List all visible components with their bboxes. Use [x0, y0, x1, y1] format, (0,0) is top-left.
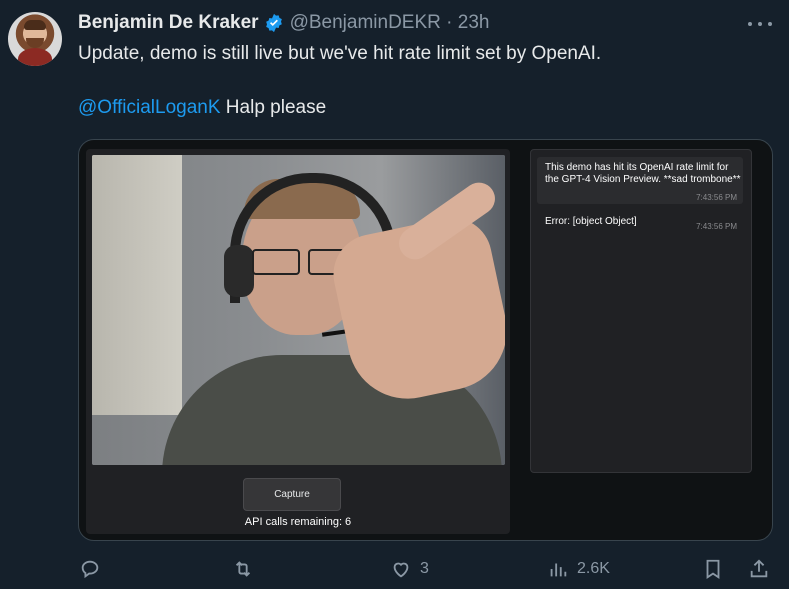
like-button[interactable]: 3: [390, 556, 429, 582]
more-options-icon[interactable]: [748, 14, 772, 34]
chat-message-time: 7:43:56 PM: [696, 193, 737, 202]
api-calls-remaining: API calls remaining: 6: [244, 516, 352, 528]
chat-message-text: Error: [object Object]: [545, 216, 637, 227]
avatar-shirt: [18, 48, 52, 66]
share-button[interactable]: [748, 556, 770, 582]
chat-message-time: 7:43:56 PM: [696, 222, 737, 231]
chat-message: This demo has hit its OpenAI rate limit …: [537, 157, 743, 204]
chat-panel: This demo has hit its OpenAI rate limit …: [530, 149, 752, 473]
retweet-icon: [235, 561, 251, 577]
webcam-video: [92, 155, 505, 465]
reply-button[interactable]: [79, 556, 109, 582]
heart-icon: [393, 562, 409, 578]
author-name[interactable]: Benjamin De Kraker: [78, 12, 259, 34]
reply-icon: [81, 560, 99, 579]
video-door: [92, 155, 182, 415]
avatar-beard: [26, 38, 44, 48]
share-icon: [750, 559, 768, 578]
media-card[interactable]: Capture API calls remaining: 6 This demo…: [78, 139, 773, 541]
views-button[interactable]: 2.6K: [547, 556, 610, 582]
tweet-text-line1: Update, demo is still live but we've hit…: [78, 43, 602, 64]
bookmark-icon: [706, 559, 720, 579]
author-handle-time[interactable]: @BenjaminDEKR · 23h: [290, 12, 490, 34]
views-chart-icon: [550, 563, 567, 577]
tweet-text-line2: @OfficialLoganK Halp please: [78, 96, 326, 120]
tweet-header: Benjamin De Kraker @BenjaminDEKR · 23h: [78, 11, 489, 35]
chat-message: Error: [object Object] 7:43:56 PM: [537, 212, 743, 232]
chat-message-text: This demo has hit its OpenAI rate limit …: [545, 162, 741, 185]
retweet-button[interactable]: [232, 556, 262, 582]
like-count: 3: [420, 560, 429, 577]
camera-panel: Capture API calls remaining: 6: [86, 149, 510, 534]
author-avatar[interactable]: [8, 12, 62, 66]
avatar-hair: [24, 20, 46, 30]
tweet-actions: 3 2.6K: [0, 556, 789, 582]
capture-button[interactable]: Capture: [243, 478, 341, 511]
mention-link[interactable]: @OfficialLoganK: [78, 97, 221, 118]
views-count: 2.6K: [577, 560, 610, 577]
bookmark-button[interactable]: [702, 556, 724, 582]
headphones-left-ear: [224, 245, 254, 297]
verified-badge-icon: [264, 13, 284, 33]
tweet-text-rest: Halp please: [220, 97, 327, 118]
